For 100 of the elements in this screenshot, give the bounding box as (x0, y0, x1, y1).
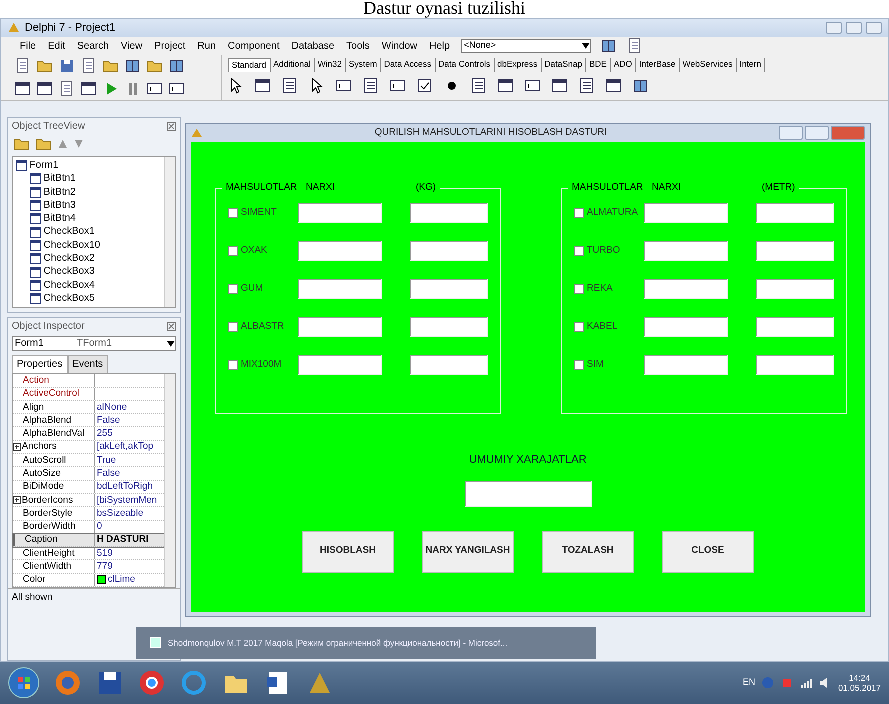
menu-item[interactable]: Edit (47, 38, 66, 54)
close-icon[interactable] (167, 322, 176, 331)
edit-box-icon[interactable] (390, 78, 408, 94)
document-icon[interactable] (81, 58, 97, 74)
input-field[interactable] (410, 317, 488, 337)
checkbox[interactable] (574, 246, 584, 256)
ring-icon[interactable] (180, 669, 208, 697)
input-field[interactable] (644, 203, 728, 223)
property-value[interactable]: 0 (97, 520, 102, 534)
property-value[interactable]: bsSizeable (97, 506, 144, 520)
checkbox-label[interactable]: SIM (587, 358, 604, 372)
palette-tab[interactable]: ADO (610, 58, 636, 72)
palette-tab[interactable]: Data Access (381, 58, 436, 72)
close-button[interactable] (866, 22, 882, 34)
expand-icon[interactable] (13, 442, 21, 451)
palette-tab[interactable]: BDE (586, 58, 611, 72)
input-field[interactable] (644, 279, 728, 299)
minimize-button[interactable] (826, 22, 842, 34)
input-field[interactable] (410, 203, 488, 223)
tree-item[interactable]: Form1 (30, 159, 59, 172)
tree-item[interactable]: BitBtn2 (44, 186, 76, 199)
palette-tab[interactable]: DataSnap (542, 58, 586, 72)
expand-icon[interactable] (13, 496, 21, 504)
window-icon[interactable] (81, 80, 97, 97)
property-value[interactable]: alNone (97, 400, 128, 414)
maximize-button[interactable] (805, 126, 829, 140)
checkbox[interactable] (228, 360, 238, 370)
maximize-button[interactable] (846, 22, 862, 34)
palette-tab[interactable]: System (346, 58, 382, 72)
tree-item[interactable]: BitBtn1 (44, 172, 76, 186)
checkbox-label[interactable]: ALBASTR (241, 320, 284, 334)
property-value[interactable]: False (97, 467, 120, 480)
document-icon[interactable] (59, 80, 75, 97)
start-button[interactable] (8, 667, 40, 699)
palette-tab[interactable]: InterBase (636, 58, 680, 72)
palette-tab[interactable]: Standard (228, 58, 270, 72)
tree-item[interactable]: CheckBox10 (44, 238, 100, 252)
total-field[interactable] (464, 480, 592, 506)
checkbox[interactable] (228, 284, 238, 294)
palette-tab[interactable]: dbExpress (494, 58, 542, 72)
checkbox[interactable] (574, 208, 584, 218)
palette-tab[interactable]: Win32 (314, 58, 346, 72)
input-field[interactable] (410, 241, 488, 261)
window-icon[interactable] (15, 80, 31, 97)
combo-box[interactable]: <None> (461, 39, 592, 53)
input-field[interactable] (644, 355, 728, 375)
checkbox[interactable] (574, 284, 584, 294)
clock-date[interactable]: 01.05.2017 (838, 683, 881, 693)
palette-tab[interactable]: WebServices (680, 58, 737, 72)
clock-time[interactable]: 14:24 (849, 673, 870, 683)
input-field[interactable] (756, 241, 834, 261)
input-field[interactable] (298, 279, 382, 299)
property-value[interactable]: 519 (97, 546, 113, 560)
input-field[interactable] (756, 355, 834, 375)
window-icon[interactable] (37, 80, 53, 97)
input-field[interactable] (756, 317, 834, 337)
property-value[interactable]: 779 (97, 560, 113, 574)
form-button[interactable]: NARX YANGILASH (422, 530, 514, 572)
menu-item[interactable]: Project (154, 38, 187, 54)
network-icon[interactable] (800, 677, 812, 689)
property-value[interactable]: bdLeftToRigh (97, 480, 153, 494)
menu-item[interactable]: File (19, 38, 38, 54)
scrollbar[interactable] (164, 157, 175, 308)
inspector-tab[interactable]: Properties (12, 355, 68, 374)
language-indicator[interactable]: EN (742, 676, 756, 690)
input-field[interactable] (644, 317, 728, 337)
palette-tab[interactable]: Data Controls (436, 58, 494, 72)
menu-item[interactable]: Run (196, 38, 218, 54)
close-icon[interactable] (167, 122, 176, 130)
menu-item[interactable]: Search (76, 38, 110, 54)
form-button[interactable]: TOZALASH (542, 530, 634, 572)
property-value[interactable]: False (97, 414, 120, 427)
checkbox-label[interactable]: GUM (241, 282, 264, 296)
property-value[interactable]: 255 (97, 427, 113, 440)
property-value[interactable]: H DASTURI (97, 533, 149, 546)
property-value[interactable]: clLime (108, 573, 136, 586)
input-field[interactable] (298, 241, 382, 261)
panel-icon[interactable] (606, 78, 624, 94)
checkbox[interactable] (228, 246, 238, 256)
input-field[interactable] (298, 203, 382, 223)
menu-item[interactable]: Window (380, 38, 418, 54)
menu-item[interactable]: Help (428, 38, 452, 54)
tree-item[interactable]: BitBtn4 (44, 212, 76, 226)
checkbox[interactable] (574, 322, 584, 332)
input-field[interactable] (756, 279, 834, 299)
palette-tab[interactable]: Intern (736, 58, 766, 72)
tree-item[interactable]: CheckBox2 (44, 252, 95, 266)
minimize-button[interactable] (779, 126, 803, 140)
window-icon[interactable] (255, 78, 273, 94)
form-button[interactable]: HISOBLASH (302, 530, 394, 572)
checkbox-label[interactable]: SIMENT (241, 206, 277, 220)
object-selector[interactable]: Form1 TForm1 (12, 336, 176, 352)
inspector-tab[interactable]: Events (68, 355, 108, 374)
form-button[interactable]: CLOSE (662, 530, 754, 572)
tree-item[interactable]: CheckBox5 (44, 292, 95, 306)
menu-item[interactable]: View (120, 38, 144, 54)
property-value[interactable]: True (97, 454, 116, 467)
input-field[interactable] (298, 317, 382, 337)
tree-item[interactable]: CheckBox3 (44, 265, 95, 279)
tree-item[interactable]: BitBtn3 (44, 198, 76, 212)
